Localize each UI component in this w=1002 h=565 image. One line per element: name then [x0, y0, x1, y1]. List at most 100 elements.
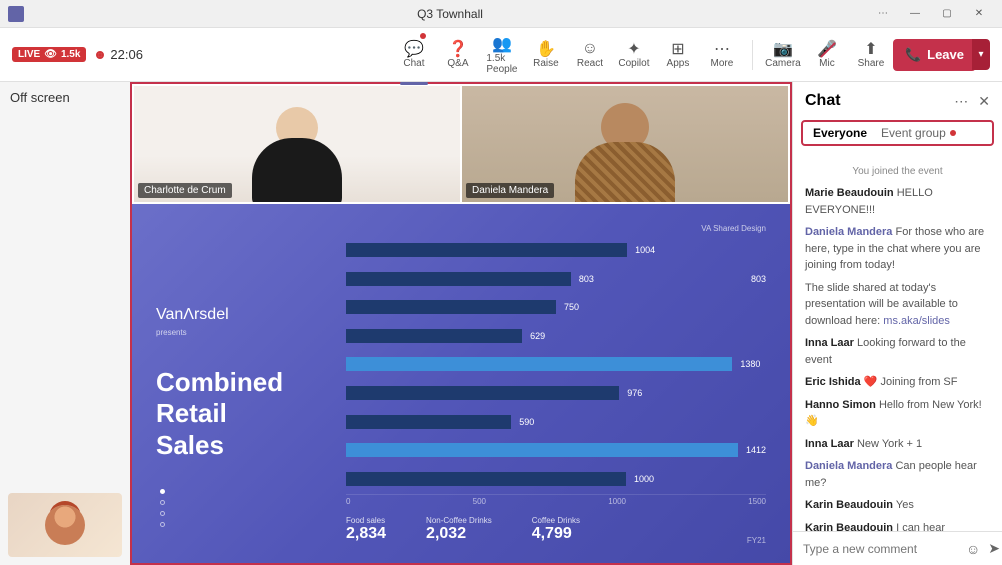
toolbar-more-button[interactable]: ⋯More	[700, 35, 744, 75]
leave-dropdown-button[interactable]: ▾	[972, 39, 990, 70]
bar-value-label: 1412	[746, 445, 766, 455]
chart-bar-row: 750	[346, 300, 766, 314]
toolbar-apps-button[interactable]: ⊞Apps	[656, 35, 700, 75]
toolbar-camera-button[interactable]: 📷Camera	[761, 40, 805, 69]
chart-bar-row: 976	[346, 386, 766, 400]
toolbar-people-button[interactable]: 👥1.5kPeople	[480, 35, 524, 75]
bar-value-label: 803	[579, 274, 594, 284]
left-column: Off screen	[0, 82, 130, 565]
main-area: Off screen Charlotte de Crum Daniela Man…	[0, 82, 1002, 565]
bar-value-label: 750	[564, 302, 579, 312]
chat-message: Daniela Mandera For those who are here, …	[805, 224, 990, 274]
chart-total: Food sales2,834	[346, 516, 386, 543]
chart-totals: Food sales2,834Non-Coffee Drinks2,032Cof…	[346, 516, 766, 543]
toolbar-item-label: Chat	[403, 58, 424, 69]
chart-bar	[346, 386, 619, 400]
chart-bar-row: 1000	[346, 472, 766, 486]
message-text: Yes	[896, 499, 914, 511]
slide-brand: VanΛrsdel	[156, 306, 326, 324]
chart-bar-row: 803803	[346, 272, 766, 286]
message-sender: Daniela Mandera	[805, 460, 892, 472]
chat-message: The slide shared at today's presentation…	[805, 280, 990, 330]
chat-message: Hanno Simon Hello from New York! 👋	[805, 397, 990, 430]
chat-messages[interactable]: You joined the event Marie Beaudouin HEL…	[793, 154, 1002, 531]
slide-title: Combined Retail Sales	[156, 367, 326, 461]
chart-bar-row: 1004	[346, 243, 766, 257]
toolbar-qa-button[interactable]: ❓Q&A	[436, 35, 480, 75]
message-sender: Eric Ishida	[805, 376, 861, 388]
chat-close-button[interactable]: ✕	[978, 93, 990, 110]
chart-bar-row: 1380	[346, 357, 766, 371]
toolbar-item-label: Apps	[667, 58, 690, 69]
chat-message: Marie Beaudouin HELLO EVERYONE!!!	[805, 185, 990, 218]
recording-indicator-icon	[96, 51, 104, 59]
system-message: You joined the event	[805, 164, 990, 179]
minimize-button[interactable]: —	[900, 2, 930, 26]
toolbar-raise-button[interactable]: ✋Raise	[524, 35, 568, 75]
react-icon: ☺	[582, 40, 598, 58]
chat-tab[interactable]: Event group	[881, 126, 956, 140]
send-button[interactable]: ➤	[988, 540, 1000, 557]
emoji-button[interactable]: ☺	[966, 541, 980, 557]
toolbar-item-label: Copilot	[618, 58, 649, 69]
self-avatar-icon	[45, 505, 85, 545]
slide-brand-sub: presents	[156, 328, 326, 337]
chart-bar-row: 629	[346, 329, 766, 343]
app-icon	[8, 6, 24, 22]
people-icon: 👥	[492, 35, 512, 53]
toolbar-share-button[interactable]: ⬆Share	[849, 40, 893, 69]
participant-name: Charlotte de Crum	[138, 183, 232, 198]
more-window-button[interactable]: ⋯	[868, 2, 898, 26]
message-text: ❤️ Joining from SF	[864, 376, 958, 388]
chat-message: Daniela Mandera Can people hear me?	[805, 458, 990, 491]
share-icon: ⬆	[864, 40, 877, 58]
chart-area: VA Shared Design 10048038037506291380976…	[346, 224, 766, 543]
bar-value-label: 590	[519, 417, 534, 427]
offscreen-label: Off screen	[10, 90, 120, 105]
chat-header: Chat ⋯ ✕	[793, 82, 1002, 120]
chat-more-button[interactable]: ⋯	[954, 93, 968, 110]
message-sender: Marie Beaudouin	[805, 187, 894, 199]
leave-button[interactable]: 📞 Leave	[893, 39, 976, 71]
participant-tile[interactable]: Charlotte de Crum	[134, 86, 460, 202]
maximize-button[interactable]: ▢	[932, 2, 962, 26]
message-sender: Karin Beaudouin	[805, 499, 893, 511]
bar-value-label: 1004	[635, 245, 655, 255]
chart-bar	[346, 472, 626, 486]
hangup-icon: 📞	[905, 47, 921, 63]
bar-value-label: 1000	[634, 474, 654, 484]
toolbar-copilot-button[interactable]: ✦Copilot	[612, 35, 656, 75]
chat-tab[interactable]: Everyone	[813, 126, 867, 140]
live-label: LIVE	[18, 49, 40, 60]
self-preview[interactable]	[8, 493, 122, 557]
message-sender: Daniela Mandera	[805, 226, 892, 238]
chat-message: Karin Beaudouin Yes	[805, 497, 990, 514]
chart-bar	[346, 329, 522, 343]
chart-bar	[346, 300, 556, 314]
message-sender: Inna Laar	[805, 337, 854, 349]
chart-bar-row: 1412	[346, 443, 766, 457]
chat-input[interactable]	[803, 542, 958, 556]
slide-pager-dots	[160, 483, 165, 533]
chart-bars: 1004 803803 750 629 1380 976 590 1412 1000	[346, 239, 766, 490]
chart-bar	[346, 357, 732, 371]
message-sender: Karin Beaudouin	[805, 522, 893, 532]
eye-icon: 👁	[44, 49, 57, 60]
toolbar-chat-button[interactable]: 💬Chat	[392, 35, 436, 75]
message-link[interactable]: ms.aka/slides	[883, 315, 950, 327]
window-controls: ⋯ — ▢ ✕	[868, 2, 994, 26]
message-text: The slide shared at today's presentation…	[805, 282, 958, 327]
copilot-icon: ✦	[627, 40, 640, 58]
chat-title: Chat	[805, 92, 944, 110]
qa-icon: ❓	[448, 40, 468, 58]
chat-message: Karin Beaudouin I can hear	[805, 520, 990, 532]
chart-bar	[346, 243, 627, 257]
toolbar-react-button[interactable]: ☺React	[568, 35, 612, 75]
message-text: I can hear	[896, 522, 945, 532]
notification-dot	[420, 33, 426, 39]
participant-tile[interactable]: Daniela Mandera	[462, 86, 788, 202]
toolbar-mic-button[interactable]: 🎤Mic	[805, 40, 849, 69]
close-button[interactable]: ✕	[964, 2, 994, 26]
raise-icon: ✋	[536, 40, 556, 58]
participant-row: Charlotte de Crum Daniela Mandera	[132, 84, 790, 204]
